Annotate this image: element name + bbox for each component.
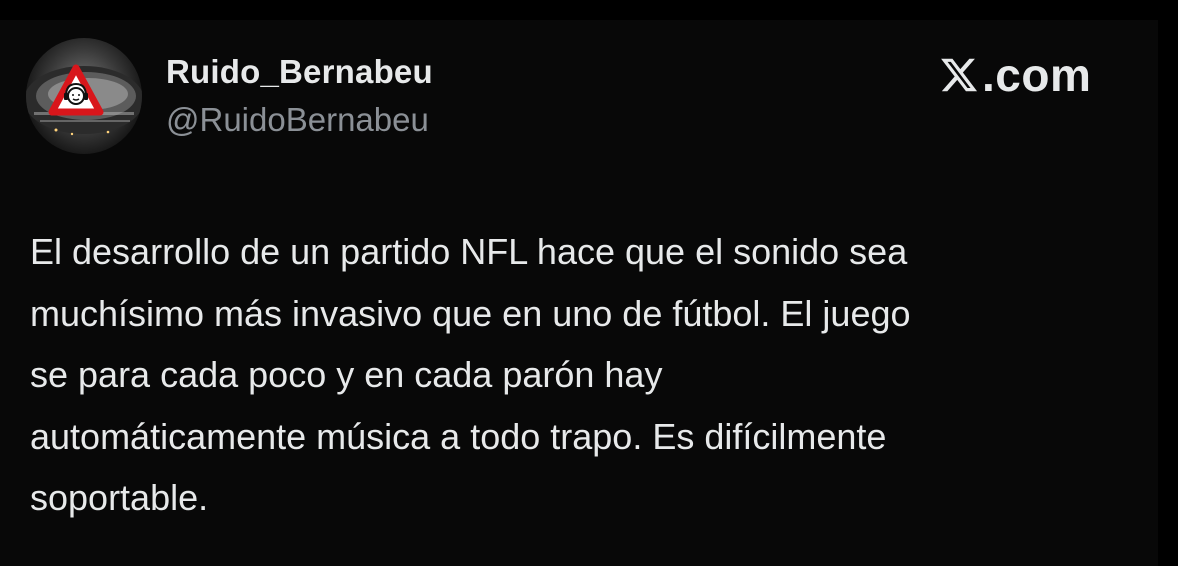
avatar[interactable] [26, 38, 142, 154]
tweet-line: El desarrollo de un partido NFL hace que… [30, 231, 908, 272]
tweet-line: automáticamente música a todo trapo. Es … [30, 415, 887, 457]
author-handle[interactable]: @RuidoBernabeu [166, 101, 429, 139]
stadium-warning-sign-avatar-icon [26, 64, 142, 136]
right-edge [1158, 20, 1178, 566]
tweet-text: El desarrollo de un partido NFL hace que… [30, 221, 1140, 529]
tweet-line: se para cada poco y en cada parón hay [30, 354, 663, 395]
top-strip [0, 0, 1178, 20]
tweet-line: soportable. [30, 477, 209, 518]
brand-text: .com [982, 49, 1092, 101]
brand-logo: .com [938, 50, 1091, 100]
tweet-line: muchísimo más invasivo que en uno de fút… [30, 292, 911, 334]
x-logo-icon [941, 58, 978, 92]
author-display-name[interactable]: Ruido_Bernabeu [166, 53, 433, 91]
